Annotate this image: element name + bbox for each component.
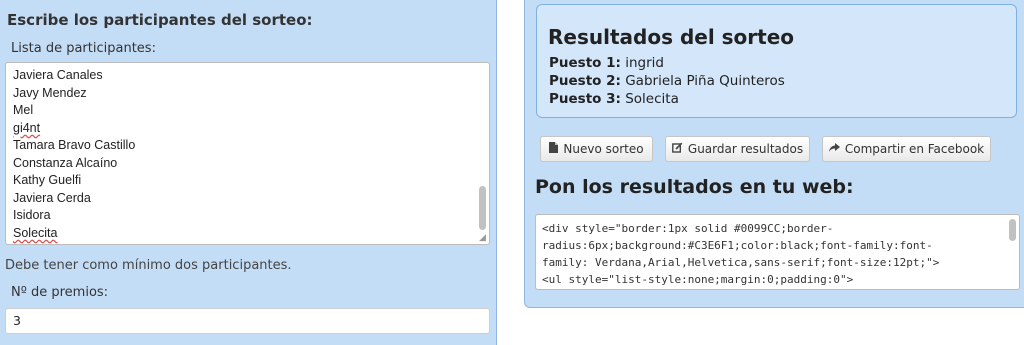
participants-title: Escribe los participantes del sorteo: <box>7 11 313 29</box>
place-label: Puesto 1: <box>549 55 621 71</box>
min-participants-hint: Debe tener como mínimo dos participantes… <box>5 258 292 273</box>
participant-item: Javy Mendez <box>13 85 87 100</box>
participant-item: Mel <box>13 103 34 117</box>
results-box: Resultados del sorteo Puesto 1: ingrid P… <box>536 4 1017 118</box>
participant-item: Isidora <box>13 208 51 222</box>
participant-item: Tamara Bravo Castillo <box>13 138 136 152</box>
result-place: Puesto 2: Gabriela Piña Quinteros <box>549 73 785 89</box>
edit-icon <box>671 138 683 162</box>
participant-item: Solecita <box>13 225 58 240</box>
code-line: <div style="border:1px solid #0099CC;bor… <box>542 222 834 235</box>
new-draw-button[interactable]: Nuevo sorteo <box>540 136 653 162</box>
embed-code-textarea[interactable]: <div style="border:1px solid #0099CC;bor… <box>535 214 1020 290</box>
save-results-label: Guardar resultados <box>687 142 804 156</box>
place-winner: Gabriela Piña Quinteros <box>625 73 785 89</box>
participants-scrollbar[interactable] <box>479 186 486 230</box>
participant-item: Javiera Canales <box>13 68 103 82</box>
result-place: Puesto 1: ingrid <box>549 55 664 71</box>
place-label: Puesto 3: <box>549 91 621 107</box>
result-place: Puesto 3: Solecita <box>549 91 679 107</box>
code-line: <ul style="list-style:none;margin:0;padd… <box>542 273 854 286</box>
code-line: radius:6px;background:#C3E6F1;color:blac… <box>542 239 933 252</box>
participants-panel: Escribe los participantes del sorteo: Li… <box>0 0 497 345</box>
share-facebook-label: Compartir en Facebook <box>844 142 985 156</box>
prizes-input[interactable]: 3 <box>5 308 490 334</box>
participant-item: Constanza Alcaíno <box>13 155 118 170</box>
resize-grip-icon[interactable]: ◢ <box>479 234 487 243</box>
prizes-label: Nº de premios: <box>11 285 109 300</box>
results-title: Resultados del sorteo <box>548 25 795 49</box>
share-facebook-button[interactable]: Compartir en Facebook <box>822 136 991 162</box>
share-icon <box>828 138 840 162</box>
document-icon <box>549 138 559 162</box>
participant-item: Javiera Cerda <box>13 190 91 205</box>
participants-textarea[interactable]: Javiera Canales Javy Mendez Mel gi4nt Ta… <box>5 62 490 245</box>
participants-list-label: Lista de participantes: <box>11 41 156 56</box>
new-draw-label: Nuevo sorteo <box>563 142 644 156</box>
save-results-button[interactable]: Guardar resultados <box>665 136 810 162</box>
participant-item: gi4nt <box>13 120 41 135</box>
code-line: family: Verdana,Arial,Helvetica,sans-ser… <box>542 256 940 269</box>
place-winner: Solecita <box>625 91 679 107</box>
participant-item: Kathy Guelfi <box>13 173 82 187</box>
results-panel: Resultados del sorteo Puesto 1: ingrid P… <box>524 0 1024 308</box>
place-winner: ingrid <box>625 55 664 71</box>
place-label: Puesto 2: <box>549 73 621 89</box>
embed-code-scrollbar[interactable] <box>1009 219 1016 241</box>
embed-title: Pon los resultados en tu web: <box>535 176 854 198</box>
